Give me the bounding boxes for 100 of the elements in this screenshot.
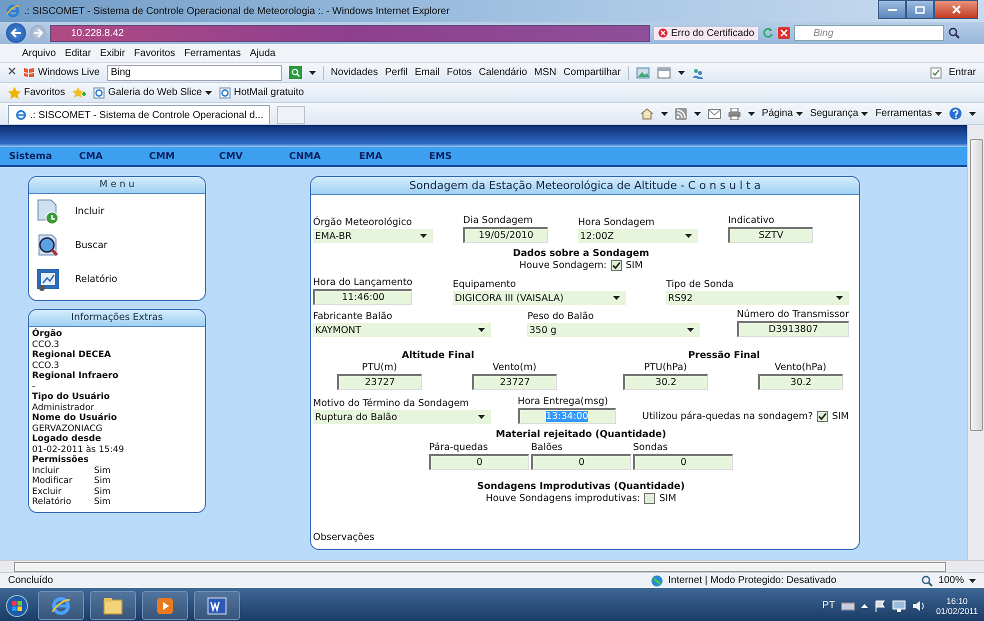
search-field[interactable]: Bing xyxy=(106,64,282,80)
text-field[interactable]: 30.2 xyxy=(623,374,708,390)
checkbox[interactable] xyxy=(644,493,656,504)
field-label: Equipamento xyxy=(452,279,517,290)
toolbar-link[interactable]: Fotos xyxy=(446,67,472,78)
menu-item[interactable]: Editar xyxy=(64,48,92,58)
menu-link[interactable]: Buscar xyxy=(75,240,108,250)
vertical-scrollbar[interactable] xyxy=(967,125,984,560)
window-icon[interactable] xyxy=(656,66,671,78)
menu-link[interactable]: Relatório xyxy=(75,274,118,284)
address-field[interactable]: 10.228.8.42 xyxy=(50,24,650,42)
text-field[interactable]: SZTV xyxy=(728,227,813,243)
dropdown[interactable]: DIGICORA III (VAISALA) xyxy=(452,291,626,305)
nav-link[interactable]: CMV xyxy=(219,150,289,162)
checkbox-label: Houve Sondagem: xyxy=(519,260,607,271)
dropdown[interactable]: EMA-BR xyxy=(313,229,433,243)
toolbar-link[interactable]: MSN xyxy=(534,67,556,78)
clock-time[interactable]: 16:10 xyxy=(946,596,968,606)
text-field[interactable]: 23727 xyxy=(472,374,557,390)
back-button[interactable] xyxy=(6,23,26,43)
favorites-item[interactable]: HotMail gratuito xyxy=(218,86,304,98)
nav-link[interactable]: CMM xyxy=(149,150,219,162)
nav-link[interactable]: EMS xyxy=(429,150,499,162)
dropdown[interactable]: 12:00Z xyxy=(578,229,698,243)
maximize-button[interactable] xyxy=(906,0,934,19)
text-field[interactable]: 0 xyxy=(633,454,733,470)
feed-icon[interactable] xyxy=(674,108,687,120)
folder-taskbar-button[interactable] xyxy=(90,591,136,620)
search-button[interactable] xyxy=(288,66,302,79)
horizontal-scrollbar[interactable] xyxy=(0,560,984,572)
text-field[interactable]: D3913807 xyxy=(736,321,849,337)
people-icon[interactable] xyxy=(692,66,704,78)
chevron-up-icon[interactable] xyxy=(861,604,868,608)
language-indicator[interactable]: PT xyxy=(822,600,836,611)
certificate-error-button[interactable]: Erro do Certificado xyxy=(654,26,758,40)
command-menu[interactable]: Ferramentas xyxy=(875,108,942,119)
search-field[interactable]: Bing xyxy=(794,25,944,41)
menu-item[interactable]: Ajuda xyxy=(250,48,276,58)
command-menu[interactable]: Segurança xyxy=(810,108,868,119)
checkbox[interactable] xyxy=(610,260,622,271)
checkbox-option: SIM xyxy=(659,493,676,504)
speaker-icon[interactable] xyxy=(912,600,926,612)
text-field[interactable]: 0 xyxy=(429,454,529,470)
checkbox[interactable] xyxy=(816,411,828,422)
menu-link[interactable]: Incluir xyxy=(75,206,104,216)
nav-link[interactable]: CNMA xyxy=(289,150,359,162)
add-favorite-icon[interactable] xyxy=(72,86,86,98)
media-player-taskbar-button[interactable] xyxy=(142,591,188,620)
text-field[interactable]: 23727 xyxy=(337,374,422,390)
browser-tab[interactable]: .: SISCOMET - Sistema de Controle Operacional d... xyxy=(8,105,270,124)
stop-icon[interactable] xyxy=(778,27,790,39)
network-icon[interactable] xyxy=(892,600,906,612)
clock-date[interactable]: 01/02/2011 xyxy=(936,606,978,616)
toolbar-brand[interactable]: Windows Live xyxy=(23,67,100,78)
close-button[interactable] xyxy=(934,0,978,19)
dropdown[interactable]: RS92 xyxy=(666,291,849,305)
nav-link[interactable]: CMA xyxy=(79,150,149,162)
checkbox-icon[interactable] xyxy=(930,66,942,78)
info-label: Regional DECEA xyxy=(32,350,112,360)
printer-icon[interactable] xyxy=(728,108,741,120)
zoom-icon[interactable] xyxy=(921,574,934,586)
dropdown[interactable]: Ruptura do Balão xyxy=(313,410,491,424)
caret-icon xyxy=(612,296,620,300)
mail-icon[interactable] xyxy=(708,108,721,118)
flag-icon[interactable] xyxy=(874,600,886,612)
home-icon[interactable] xyxy=(640,108,654,120)
text-field[interactable]: 19/05/2010 xyxy=(463,227,548,243)
search-icon[interactable] xyxy=(948,27,960,39)
help-icon[interactable] xyxy=(949,107,962,120)
panel-title: Informações Extras xyxy=(29,310,205,327)
photo-icon[interactable] xyxy=(636,66,650,78)
menu-item[interactable]: Exibir xyxy=(100,48,126,58)
word-taskbar-button[interactable] xyxy=(194,591,240,620)
start-button[interactable] xyxy=(6,594,28,616)
favorites-button[interactable]: Favoritos xyxy=(8,86,66,98)
dropdown[interactable]: 350 g xyxy=(527,323,700,337)
minimize-button[interactable] xyxy=(878,0,906,19)
text-field[interactable]: 0 xyxy=(531,454,631,470)
text-field[interactable]: 11:46:00 xyxy=(313,289,412,305)
nav-link[interactable]: EMA xyxy=(359,150,429,162)
sign-in-link[interactable]: Entrar xyxy=(948,67,976,78)
toolbar-link[interactable]: Perfil xyxy=(384,67,408,78)
menu-item[interactable]: Arquivo xyxy=(22,48,56,58)
form-title: Sondagem da Estação Meteorológica de Altitude - C o n s u l t a xyxy=(311,177,859,195)
text-field[interactable]: 30.2 xyxy=(758,374,843,390)
command-menu[interactable]: Página xyxy=(762,108,803,119)
toolbar-link[interactable]: Calendário xyxy=(478,67,528,78)
browser-taskbar-button[interactable] xyxy=(38,591,84,620)
toolbar-link[interactable]: Novidades xyxy=(330,67,378,78)
toolbar-link[interactable]: Email xyxy=(414,67,440,78)
favorites-item[interactable]: Galeria do Web Slice xyxy=(93,86,212,98)
toolbar-link[interactable]: Compartilhar xyxy=(563,67,621,78)
dropdown[interactable]: KAYMONT xyxy=(313,323,491,337)
flag-icon xyxy=(23,67,35,78)
menu-item[interactable]: Ferramentas xyxy=(184,48,241,58)
nav-link[interactable]: Sistema xyxy=(9,150,79,162)
keyboard-icon[interactable] xyxy=(841,600,856,610)
menu-item[interactable]: Favoritos xyxy=(134,48,176,58)
caret-icon xyxy=(836,296,843,300)
zoom-level[interactable]: 100% xyxy=(938,575,964,586)
